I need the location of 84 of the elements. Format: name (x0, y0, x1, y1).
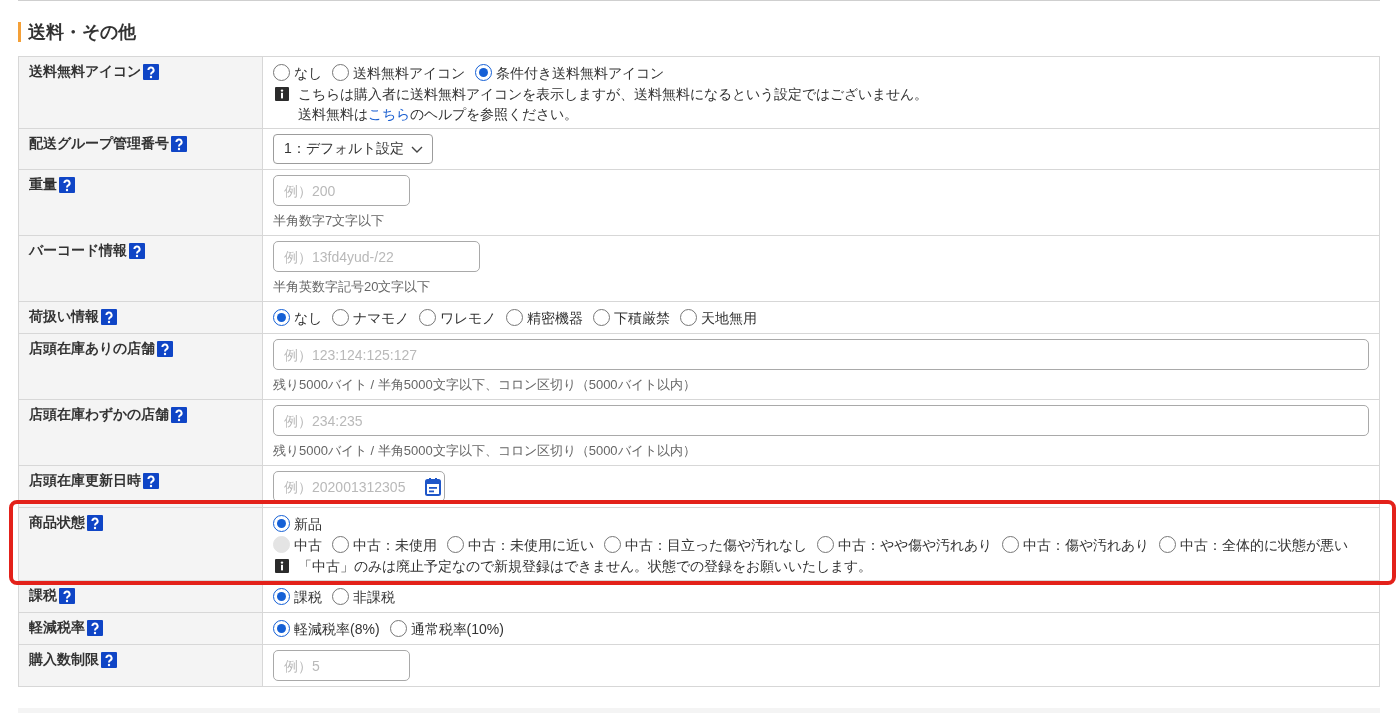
radio-label[interactable]: 中古：未使用 (353, 534, 437, 555)
radio-button[interactable] (604, 536, 621, 553)
radio-label[interactable]: 課税 (294, 586, 322, 607)
field-label: 店頭在庫ありの店舗 (29, 340, 155, 358)
field-label: 重量 (29, 176, 57, 194)
radio-label[interactable]: 送料無料アイコン (353, 62, 465, 83)
radio-button[interactable] (332, 309, 349, 326)
radio-label[interactable]: 中古：傷や汚れあり (1023, 534, 1149, 555)
calendar-icon[interactable] (425, 478, 441, 496)
field-label: 送料無料アイコン (29, 63, 141, 81)
radio-button[interactable] (332, 536, 349, 553)
help-icon[interactable] (157, 341, 173, 357)
radio-button[interactable] (506, 309, 523, 326)
help-icon[interactable] (101, 652, 117, 668)
radio-button[interactable] (273, 620, 290, 637)
field-label: バーコード情報 (29, 242, 127, 260)
radio-button[interactable] (273, 64, 290, 81)
radio-label[interactable]: ナマモノ (353, 307, 409, 328)
help-icon[interactable] (143, 473, 159, 489)
info-icon (275, 559, 289, 573)
help-icon[interactable] (143, 64, 159, 80)
radio-button[interactable] (680, 309, 697, 326)
info-note: 送料無料は こちらのヘルプを参照ください。 (298, 105, 578, 123)
radio-label[interactable]: なし (294, 62, 322, 83)
help-icon[interactable] (171, 136, 187, 152)
date-field[interactable]: 例）202001312305 (273, 471, 445, 502)
radio-label[interactable]: 条件付き送料無料アイコン (496, 62, 664, 83)
radio-label[interactable]: 精密機器 (527, 307, 583, 328)
info-icon (275, 87, 289, 101)
radio-button[interactable] (817, 536, 834, 553)
input-field[interactable]: 例）123:124:125:127 (273, 339, 1369, 370)
input-field[interactable]: 例）13fd4yud-/22 (273, 241, 480, 272)
radio-button[interactable] (332, 588, 349, 605)
radio-button[interactable] (1159, 536, 1176, 553)
radio-label[interactable]: 通常税率(10%) (410, 618, 504, 639)
hint-text: 半角英数字記号20文字以下 (273, 278, 432, 296)
radio-label[interactable]: 中古：目立った傷や汚れなし (625, 534, 807, 555)
info-note: こちらは購入者に送料無料アイコンを表示しますが、送料無料になるという設定ではございません。 (298, 85, 928, 103)
field-label: 配送グループ管理番号 (29, 135, 169, 153)
input-field[interactable]: 例）234:235 (273, 405, 1369, 436)
help-icon[interactable] (129, 243, 145, 259)
radio-label[interactable]: 下積厳禁 (614, 307, 670, 328)
section-title: 送料・その他 (18, 22, 1380, 42)
field-label: 荷扱い情報 (29, 308, 99, 326)
radio-button[interactable] (273, 309, 290, 326)
help-icon[interactable] (59, 588, 75, 604)
radio-label[interactable]: ワレモノ (440, 307, 496, 328)
field-label: 商品状態 (29, 514, 85, 532)
input-field[interactable]: 例）200 (273, 175, 410, 206)
field-label: 課税 (29, 587, 57, 605)
info-note: 「中古」のみは廃止予定なので新規登録はできません。状態での登録をお願いいたします。 (298, 557, 872, 575)
radio-label[interactable]: 天地無用 (701, 307, 757, 328)
radio-button[interactable] (593, 309, 610, 326)
field-label: 店頭在庫わずかの店舗 (29, 406, 169, 424)
input-field[interactable]: 例）5 (273, 650, 410, 681)
help-link[interactable]: こちら (368, 106, 410, 122)
radio-label[interactable]: 新品 (294, 513, 322, 534)
radio-label[interactable]: 軽減税率(8%) (294, 618, 380, 639)
radio-label[interactable]: 中古：未使用に近い (468, 534, 594, 555)
chevron-down-icon (410, 145, 423, 153)
help-icon[interactable] (59, 177, 75, 193)
radio-button[interactable] (1002, 536, 1019, 553)
radio-button[interactable] (475, 64, 492, 81)
radio-label[interactable]: なし (294, 307, 322, 328)
dropdown[interactable]: 1：デフォルト設定 (273, 134, 433, 164)
radio-button[interactable] (332, 64, 349, 81)
hint-text: 残り5000バイト / 半角5000文字以下、コロン区切り（5000バイト以内） (273, 442, 697, 460)
radio-label[interactable]: 中古：全体的に状態が悪い (1180, 534, 1348, 555)
radio-label[interactable]: 非課税 (353, 586, 395, 607)
radio-button[interactable] (419, 309, 436, 326)
hint-text: 半角数字7文字以下 (273, 212, 386, 230)
field-label: 店頭在庫更新日時 (29, 472, 141, 490)
radio-button[interactable] (389, 620, 407, 637)
help-icon[interactable] (101, 309, 117, 325)
field-label: 軽減税率 (29, 619, 85, 637)
radio-button[interactable] (273, 588, 290, 605)
field-label: 購入数制限 (29, 651, 99, 669)
hint-text: 残り5000バイト / 半角5000文字以下、コロン区切り（5000バイト以内） (273, 376, 697, 394)
radio-label[interactable]: 中古：やや傷や汚れあり (838, 534, 992, 555)
radio-button[interactable] (447, 536, 464, 553)
help-icon[interactable] (171, 407, 187, 423)
help-icon[interactable] (87, 620, 103, 636)
radio-button[interactable] (273, 515, 290, 532)
help-icon[interactable] (87, 515, 103, 531)
